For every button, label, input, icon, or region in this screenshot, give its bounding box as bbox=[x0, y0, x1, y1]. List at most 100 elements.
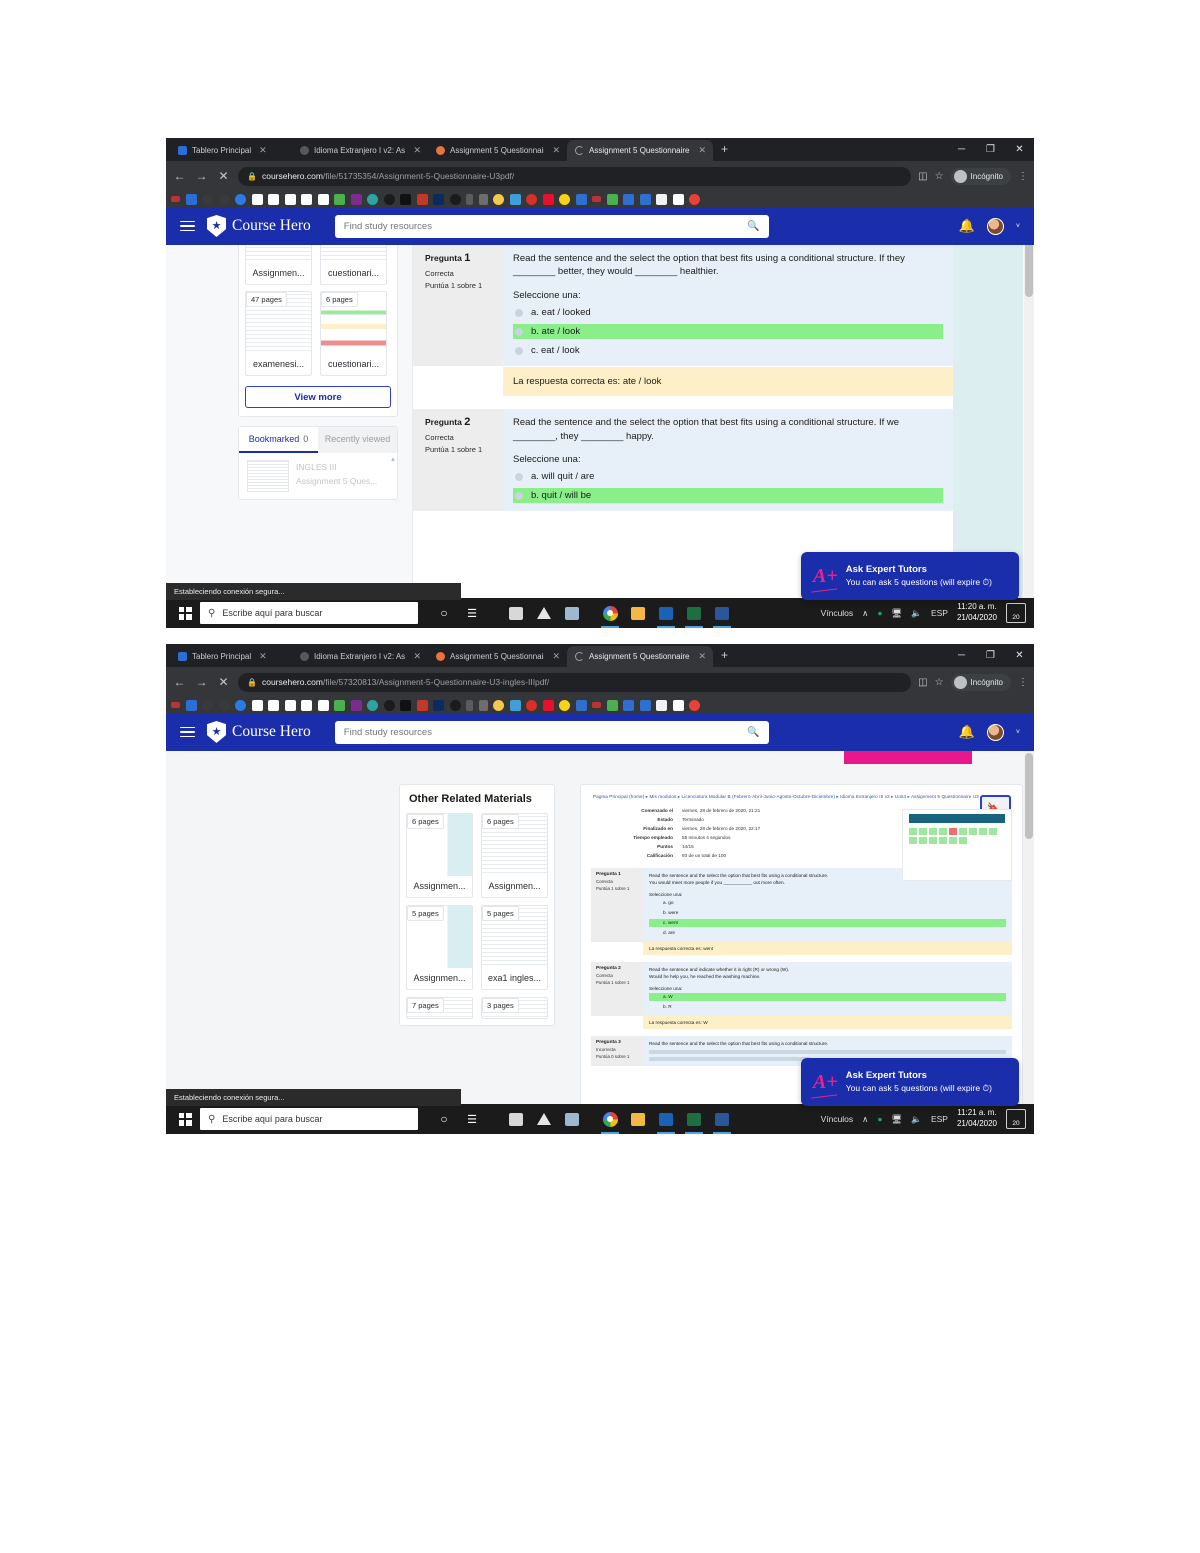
bookmark-icon[interactable] bbox=[284, 699, 296, 711]
bell-icon[interactable]: 🔔 bbox=[959, 218, 975, 234]
bookmark-icon[interactable] bbox=[367, 193, 378, 205]
question-status-cell[interactable] bbox=[939, 828, 947, 835]
bookmark-icon[interactable] bbox=[301, 193, 312, 205]
bookmark-icon[interactable] bbox=[656, 699, 667, 711]
bookmark-icon[interactable] bbox=[689, 699, 700, 711]
answer-option[interactable]: b. R bbox=[649, 1003, 1006, 1011]
answer-option-correct[interactable]: a. W bbox=[649, 992, 1006, 1001]
bookmark-icon[interactable] bbox=[575, 193, 587, 205]
search-input[interactable] bbox=[343, 726, 748, 738]
bookmark-icon[interactable] bbox=[218, 193, 230, 205]
minimize-button[interactable]: ─ bbox=[947, 138, 976, 161]
bookmark-icon[interactable] bbox=[350, 193, 362, 205]
bookmark-scrollbar[interactable]: ▲ bbox=[390, 457, 396, 483]
bookmark-icon[interactable] bbox=[334, 699, 345, 711]
language-indicator[interactable]: ESP bbox=[931, 608, 948, 618]
tab-close-icon[interactable]: ✕ bbox=[698, 651, 706, 662]
browser-menu-icon[interactable]: ⋮ bbox=[1018, 171, 1028, 182]
bookmark-icon[interactable] bbox=[251, 699, 263, 711]
cast-icon[interactable]: ◫ bbox=[918, 677, 927, 688]
language-indicator[interactable]: ESP bbox=[931, 1114, 948, 1124]
browser-tab[interactable]: Idioma Extranjero I v2: Assignme ✕ bbox=[292, 140, 428, 161]
file-explorer-icon[interactable] bbox=[624, 1104, 652, 1134]
triangle-app-icon[interactable] bbox=[530, 598, 558, 628]
bookmark-icon[interactable] bbox=[592, 196, 601, 202]
answer-option[interactable]: a. go bbox=[649, 899, 1006, 907]
bookmark-icon[interactable] bbox=[202, 193, 213, 205]
bookmark-icon[interactable] bbox=[218, 699, 230, 711]
bookmark-icon[interactable] bbox=[575, 699, 587, 711]
question-status-cell[interactable] bbox=[919, 828, 927, 835]
bookmark-icon[interactable] bbox=[478, 193, 488, 205]
answer-option-correct[interactable]: c. went bbox=[649, 918, 1006, 927]
bookmark-icon[interactable] bbox=[592, 702, 601, 708]
task-view-icon[interactable]: ☰ bbox=[458, 598, 486, 628]
bookmark-icon[interactable] bbox=[466, 699, 473, 711]
bookmark-icon[interactable] bbox=[367, 699, 378, 711]
file-explorer-icon[interactable] bbox=[624, 598, 652, 628]
material-thumb[interactable]: 6 pages Assignmen... bbox=[406, 813, 473, 898]
bookmark-icon[interactable] bbox=[559, 193, 570, 205]
page-scrollbar-2[interactable]: ▲ ▼ bbox=[1024, 713, 1034, 1134]
ask-expert-tutors-banner-1[interactable]: A+ Ask Expert Tutors You can ask 5 quest… bbox=[801, 552, 1019, 600]
forward-icon[interactable]: → bbox=[194, 169, 209, 183]
bookmark-icon[interactable] bbox=[559, 699, 570, 711]
bookmark-icon[interactable] bbox=[606, 699, 618, 711]
bookmark-icon[interactable] bbox=[526, 193, 537, 205]
close-button[interactable]: ✕ bbox=[1005, 644, 1034, 667]
calculator-icon[interactable] bbox=[502, 598, 530, 628]
search-box[interactable]: 🔍 bbox=[334, 214, 769, 238]
cortana-icon[interactable]: ○ bbox=[430, 1104, 458, 1134]
material-thumb[interactable]: 47 pages examenesi... bbox=[245, 291, 312, 376]
bookmark-icon[interactable] bbox=[202, 699, 213, 711]
material-thumb[interactable]: 5 pages Assignmen... bbox=[406, 905, 473, 990]
start-button[interactable] bbox=[170, 598, 200, 628]
new-tab-button[interactable]: + bbox=[713, 648, 736, 664]
bookmark-icon[interactable] bbox=[251, 193, 263, 205]
coursehero-logo[interactable]: ★ Course Hero bbox=[207, 721, 311, 743]
bookmark-icon[interactable] bbox=[542, 193, 554, 205]
question-status-cell[interactable] bbox=[969, 828, 977, 835]
bookmark-icon[interactable] bbox=[493, 699, 504, 711]
incognito-indicator[interactable]: Incógnito bbox=[950, 673, 1011, 691]
security-shield-icon[interactable]: ● bbox=[877, 608, 882, 618]
browser-tab-active[interactable]: Assignment 5 Questionnaire U3_ ✕ bbox=[567, 646, 713, 667]
bookmark-icon[interactable] bbox=[284, 193, 296, 205]
bookmark-icon[interactable] bbox=[478, 699, 488, 711]
bookmark-icon[interactable] bbox=[509, 193, 521, 205]
tab-close-icon[interactable]: ✕ bbox=[259, 145, 267, 156]
search-input[interactable] bbox=[343, 220, 748, 232]
maximize-button[interactable]: ❐ bbox=[976, 138, 1005, 161]
browser-menu-icon[interactable]: ⋮ bbox=[1018, 677, 1028, 688]
promo-bar[interactable] bbox=[844, 751, 972, 764]
bookmark-icon[interactable] bbox=[672, 699, 684, 711]
tab-close-icon[interactable]: ✕ bbox=[413, 145, 421, 156]
bookmark-icon[interactable] bbox=[672, 193, 684, 205]
question-status-cell[interactable] bbox=[929, 828, 937, 835]
tray-links-label[interactable]: Vínculos bbox=[821, 1114, 854, 1124]
bookmark-icon[interactable] bbox=[623, 699, 634, 711]
bookmark-icon[interactable] bbox=[400, 193, 411, 205]
triangle-app-icon[interactable] bbox=[530, 1104, 558, 1134]
bookmark-star-icon[interactable]: ☆ bbox=[935, 677, 944, 688]
bookmark-icon[interactable] bbox=[449, 193, 461, 205]
chrome-icon[interactable] bbox=[596, 598, 624, 628]
chevron-down-icon[interactable]: ˅ bbox=[1016, 729, 1020, 736]
answer-option[interactable]: c. eat / look bbox=[513, 343, 943, 358]
bookmark-icon[interactable] bbox=[466, 193, 473, 205]
question-status-cell[interactable] bbox=[989, 828, 997, 835]
bookmark-icon[interactable] bbox=[509, 699, 521, 711]
search-icon[interactable]: 🔍 bbox=[747, 727, 759, 738]
app-icon[interactable] bbox=[558, 1104, 586, 1134]
bookmark-icon[interactable] bbox=[268, 699, 279, 711]
bookmark-icon[interactable] bbox=[317, 193, 329, 205]
tab-close-icon[interactable]: ✕ bbox=[552, 651, 560, 662]
material-thumb[interactable]: 5 pages exa1 ingles... bbox=[481, 905, 548, 990]
notification-center-icon[interactable]: 20 bbox=[1006, 1109, 1026, 1129]
tab-close-icon[interactable]: ✕ bbox=[413, 651, 421, 662]
browser-tab[interactable]: Tablero Principal ✕ bbox=[170, 140, 292, 161]
answer-option[interactable]: a. eat / looked bbox=[513, 305, 943, 320]
menu-icon[interactable] bbox=[180, 726, 195, 738]
taskbar-search[interactable]: ⚲ Escribe aquí para buscar bbox=[200, 602, 418, 624]
bookmark-list-item[interactable]: INGLES III Assignment 5 Ques... ▲ bbox=[239, 453, 397, 499]
